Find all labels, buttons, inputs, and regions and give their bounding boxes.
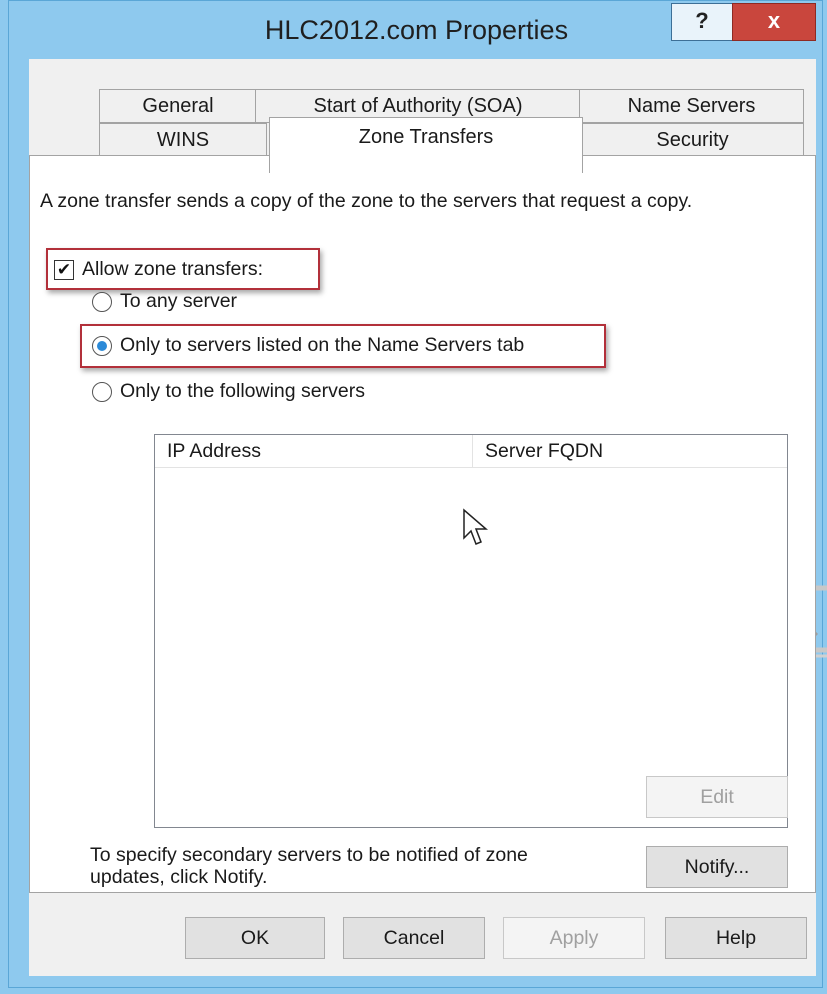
radio-following-servers[interactable] xyxy=(92,382,112,402)
radio-any-server-label[interactable]: To any server xyxy=(120,290,237,313)
radio-name-servers-tab[interactable] xyxy=(92,336,112,356)
zone-transfers-panel: A zone transfer sends a copy of the zone… xyxy=(29,155,816,893)
server-list-header: IP Address Server FQDN xyxy=(155,435,787,468)
dialog-window: HLC2012.com Properties ? x General Start… xyxy=(0,0,827,994)
checkmark-icon: ✔ xyxy=(56,260,72,279)
column-ip-address[interactable]: IP Address xyxy=(155,435,473,467)
notify-description: To specify secondary servers to be notif… xyxy=(90,844,528,888)
tab-name-servers[interactable]: Name Servers xyxy=(579,89,804,123)
tab-zone-transfers[interactable]: Zone Transfers xyxy=(269,117,583,173)
window-frame: HLC2012.com Properties ? x General Start… xyxy=(8,0,823,988)
column-server-fqdn[interactable]: Server FQDN xyxy=(473,435,787,467)
tab-wins[interactable]: WINS xyxy=(99,123,267,157)
title-bar[interactable]: HLC2012.com Properties ? x xyxy=(9,1,824,61)
dialog-client-area: General Start of Authority (SOA) Name Se… xyxy=(29,59,816,976)
server-list[interactable]: IP Address Server FQDN xyxy=(154,434,788,828)
allow-zone-transfers-label[interactable]: Allow zone transfers: xyxy=(82,258,263,281)
ok-button[interactable]: OK xyxy=(185,917,325,959)
notify-button[interactable]: Notify... xyxy=(646,846,788,888)
zone-transfer-description: A zone transfer sends a copy of the zone… xyxy=(40,190,693,212)
radio-name-servers-tab-label[interactable]: Only to servers listed on the Name Serve… xyxy=(120,334,524,357)
apply-button[interactable]: Apply xyxy=(503,917,645,959)
edit-button[interactable]: Edit xyxy=(646,776,788,818)
radio-any-server[interactable] xyxy=(92,292,112,312)
tab-general[interactable]: General xyxy=(99,89,257,123)
help-title-button[interactable]: ? xyxy=(671,3,733,41)
mouse-cursor-icon xyxy=(463,508,489,545)
tab-security[interactable]: Security xyxy=(581,123,804,157)
allow-zone-transfers-checkbox[interactable]: ✔ xyxy=(54,260,74,280)
radio-following-servers-label[interactable]: Only to the following servers xyxy=(120,380,365,403)
help-button[interactable]: Help xyxy=(665,917,807,959)
cancel-button[interactable]: Cancel xyxy=(343,917,485,959)
close-button[interactable]: x xyxy=(732,3,816,41)
